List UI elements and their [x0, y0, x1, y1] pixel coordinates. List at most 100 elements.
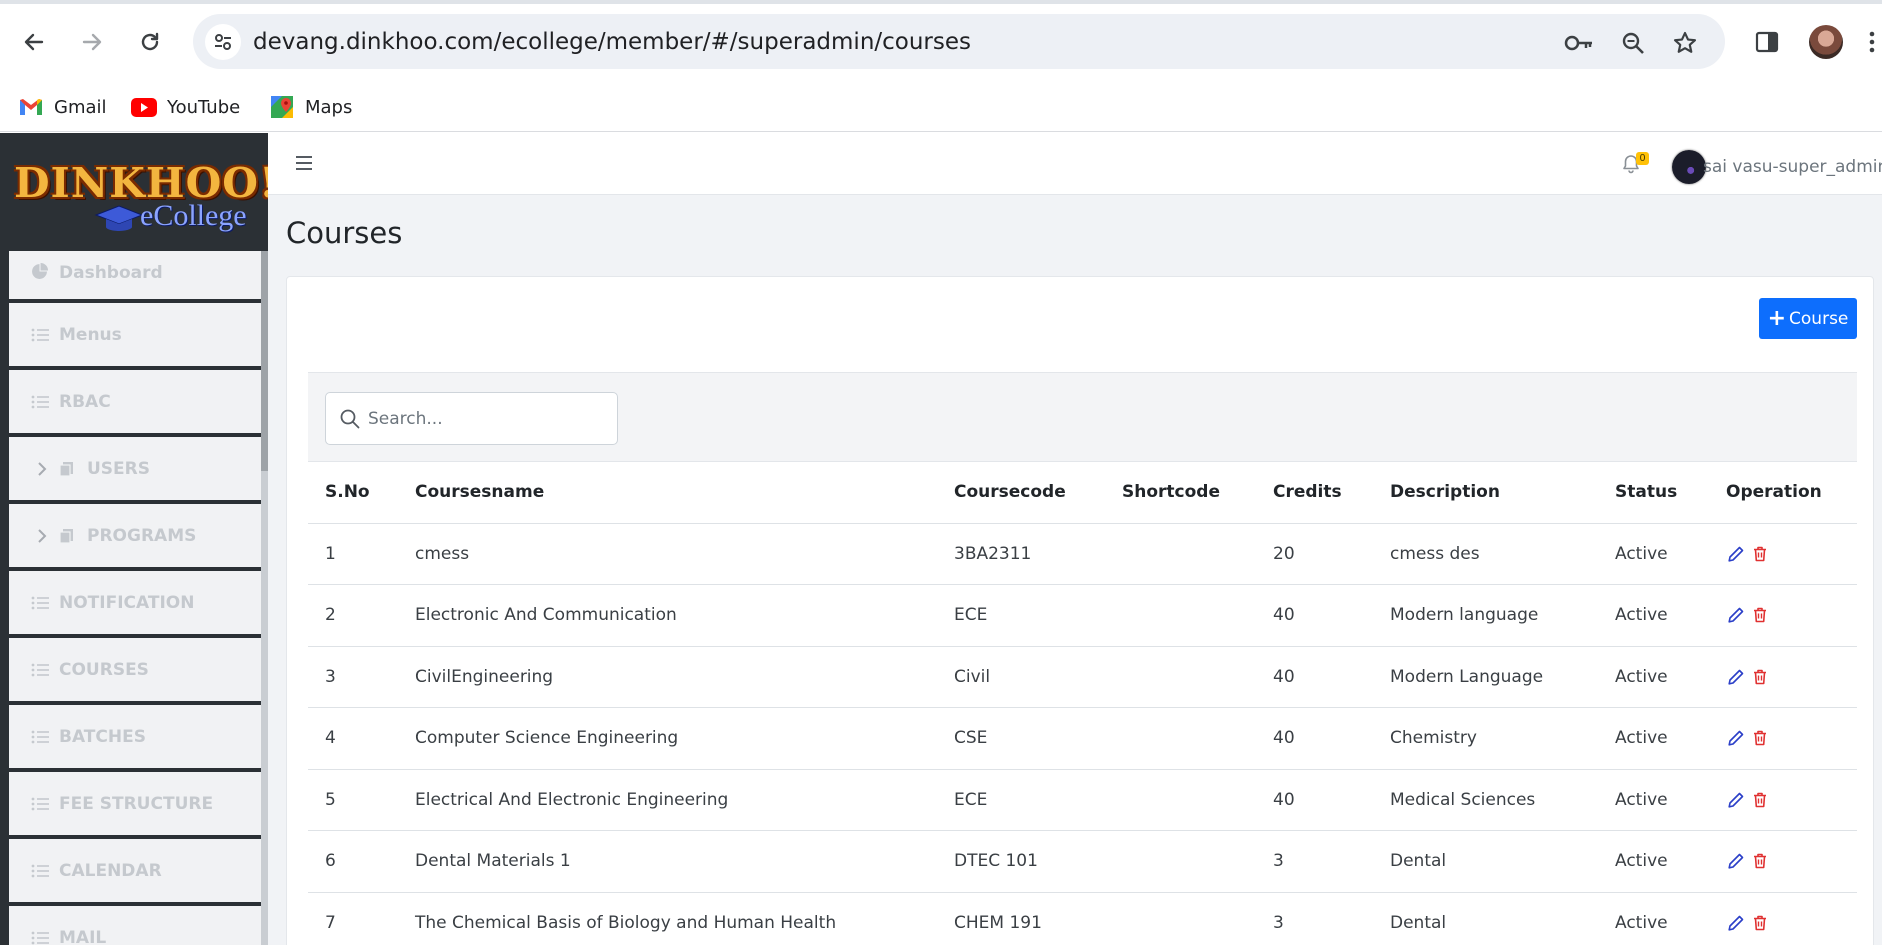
- bookmark-gmail[interactable]: Gmail: [18, 90, 107, 124]
- list-icon: [31, 395, 51, 409]
- gmail-icon: [18, 94, 44, 120]
- add-course-label: Course: [1789, 308, 1849, 329]
- delete-icon[interactable]: [1750, 544, 1770, 564]
- cell-shortcode: [1105, 769, 1256, 831]
- forward-button[interactable]: [72, 22, 112, 62]
- bookmark-maps[interactable]: Maps: [269, 90, 352, 124]
- bookmark-youtube[interactable]: YouTube: [131, 90, 240, 124]
- edit-icon[interactable]: [1726, 913, 1746, 933]
- delete-icon[interactable]: [1750, 605, 1770, 625]
- hamburger-menu-button[interactable]: [292, 151, 316, 175]
- cell-shortcode: [1105, 646, 1256, 708]
- bookmark-star-icon[interactable]: [1670, 28, 1700, 58]
- back-button[interactable]: [14, 22, 54, 62]
- sidebar-item-label: NOTIFICATION: [59, 592, 195, 613]
- site-info-button[interactable]: [205, 24, 241, 60]
- column-header-operation: Operation: [1709, 462, 1857, 524]
- table-row: 1 cmess 3BA2311 20 cmess des Active: [308, 523, 1857, 585]
- cell-operation: [1709, 646, 1857, 708]
- search-box[interactable]: [325, 392, 618, 445]
- column-header-coursecode[interactable]: Coursecode: [937, 462, 1105, 524]
- delete-icon[interactable]: [1750, 728, 1770, 748]
- column-header-sno[interactable]: S.No: [308, 462, 398, 524]
- sidebar-item-fee-structure[interactable]: FEE STRUCTURE: [9, 772, 261, 839]
- app-container: DINKHOO! eCollege Dashboard Menus RBAC U…: [0, 133, 1882, 945]
- more-vertical-icon: [1869, 31, 1875, 53]
- sidebar-item-menus[interactable]: Menus: [9, 303, 261, 370]
- column-header-description[interactable]: Description: [1373, 462, 1598, 524]
- cell-description: Chemistry: [1373, 707, 1598, 770]
- cell-coursecode: ECE: [937, 584, 1105, 647]
- list-icon: [31, 328, 51, 342]
- user-name[interactable]: sai vasu-super_admin: [1703, 157, 1882, 177]
- logo[interactable]: DINKHOO! eCollege: [10, 159, 268, 239]
- sidebar-scrollbar[interactable]: [261, 251, 268, 471]
- sidebar-item-users[interactable]: USERS: [9, 437, 261, 504]
- list-icon: [31, 864, 51, 878]
- cell-description: Modern Language: [1373, 646, 1598, 708]
- sidebar-item-label: MAIL: [59, 927, 107, 945]
- chevron-right-icon: [31, 461, 53, 477]
- add-course-button[interactable]: + Course: [1759, 298, 1857, 339]
- chrome-menu-button[interactable]: [1862, 22, 1882, 62]
- side-panel-button[interactable]: [1747, 22, 1787, 62]
- cell-status: Active: [1598, 584, 1709, 647]
- sidebar-item-rbac[interactable]: RBAC: [9, 370, 261, 437]
- column-header-credits[interactable]: Credits: [1256, 462, 1373, 524]
- delete-icon[interactable]: [1750, 913, 1770, 933]
- sidebar-item-calendar[interactable]: CALENDAR: [9, 839, 261, 906]
- cell-coursecode: CHEM 191: [937, 892, 1105, 945]
- edit-icon[interactable]: [1726, 544, 1746, 564]
- table-row: 7 The Chemical Basis of Biology and Huma…: [308, 892, 1857, 945]
- sidebar-item-dashboard[interactable]: Dashboard: [9, 251, 261, 303]
- courses-table-wrapper: S.No Coursesname Coursecode Shortcode Cr…: [308, 372, 1857, 945]
- cell-status: Active: [1598, 646, 1709, 708]
- arrow-left-icon: [24, 33, 44, 51]
- column-header-coursesname[interactable]: Coursesname: [398, 462, 937, 524]
- edit-icon[interactable]: [1726, 605, 1746, 625]
- table-toolbar: [308, 372, 1857, 462]
- sidebar-item-mail[interactable]: MAIL: [9, 906, 261, 945]
- avatar[interactable]: [1672, 150, 1706, 184]
- zoom-icon[interactable]: [1618, 28, 1648, 58]
- list-icon: [31, 596, 51, 610]
- cell-coursesname: Dental Materials 1: [398, 830, 937, 893]
- reload-button[interactable]: [130, 22, 170, 62]
- sidebar-item-label: COURSES: [59, 659, 149, 680]
- cell-credits: 40: [1256, 584, 1373, 647]
- side-panel-icon: [1755, 31, 1779, 53]
- arrow-right-icon: [82, 33, 102, 51]
- edit-icon[interactable]: [1726, 728, 1746, 748]
- address-bar[interactable]: devang.dinkhoo.com/ecollege/member/#/sup…: [193, 14, 1725, 69]
- cell-description: cmess des: [1373, 523, 1598, 585]
- cell-sno: 4: [308, 707, 398, 770]
- sidebar-item-batches[interactable]: BATCHES: [9, 705, 261, 772]
- column-header-shortcode[interactable]: Shortcode: [1105, 462, 1256, 524]
- cell-operation: [1709, 892, 1857, 945]
- sidebar-item-programs[interactable]: PROGRAMS: [9, 504, 261, 571]
- cell-shortcode: [1105, 707, 1256, 770]
- sidebar-item-notification[interactable]: NOTIFICATION: [9, 571, 261, 638]
- cell-operation: [1709, 707, 1857, 770]
- password-key-icon[interactable]: [1564, 28, 1594, 58]
- column-header-status[interactable]: Status: [1598, 462, 1709, 524]
- cell-sno: 5: [308, 769, 398, 831]
- url-text[interactable]: devang.dinkhoo.com/ecollege/member/#/sup…: [253, 29, 971, 55]
- delete-icon[interactable]: [1750, 851, 1770, 871]
- edit-icon[interactable]: [1726, 851, 1746, 871]
- profile-avatar: [1809, 25, 1843, 59]
- sidebar-menu: Dashboard Menus RBAC USERS PROGRAMS NOTI…: [9, 251, 261, 945]
- list-icon: [31, 931, 51, 945]
- delete-icon[interactable]: [1750, 790, 1770, 810]
- delete-icon[interactable]: [1750, 667, 1770, 687]
- cell-coursesname: CivilEngineering: [398, 646, 937, 708]
- edit-icon[interactable]: [1726, 790, 1746, 810]
- sidebar-item-label: Dashboard: [59, 263, 163, 283]
- sidebar-item-courses[interactable]: COURSES: [9, 638, 261, 705]
- maps-icon: [269, 94, 295, 120]
- edit-icon[interactable]: [1726, 667, 1746, 687]
- profile-button[interactable]: [1806, 22, 1846, 62]
- table-row: 5 Electrical And Electronic Engineering …: [308, 769, 1857, 831]
- youtube-icon: [131, 94, 157, 120]
- search-input[interactable]: [368, 403, 608, 435]
